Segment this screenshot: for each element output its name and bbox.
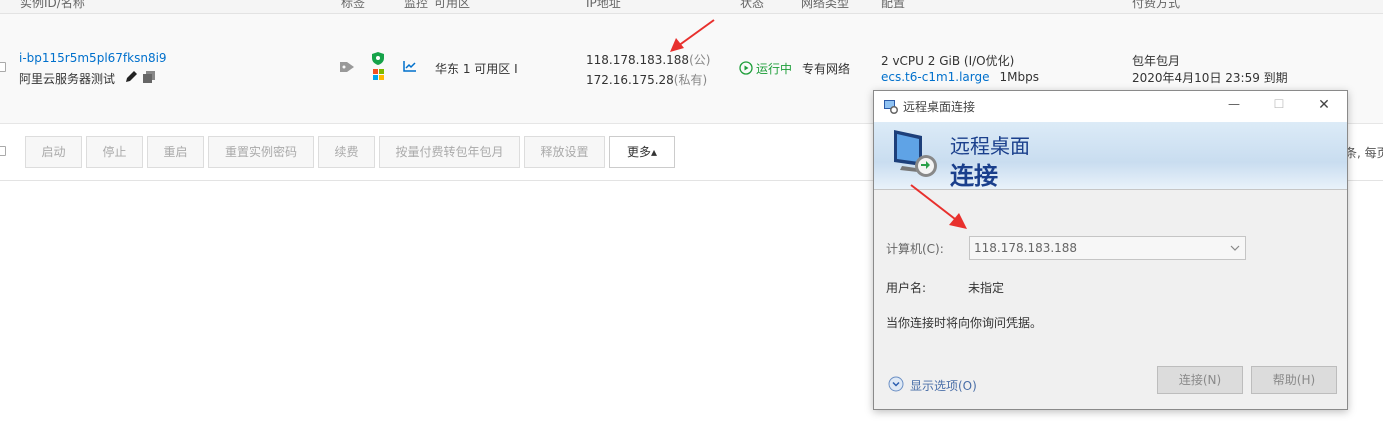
annotation-arrow-ip bbox=[668, 18, 716, 54]
restart-button[interactable]: 重启 bbox=[147, 136, 204, 168]
header-zone[interactable]: 可用区 bbox=[434, 0, 470, 11]
header-billing[interactable]: 付费方式 bbox=[1132, 0, 1180, 11]
more-button[interactable]: 更多▴ bbox=[609, 136, 675, 168]
row-checkbox[interactable] bbox=[0, 62, 6, 72]
instance-name: 阿里云服务器测试 bbox=[19, 72, 116, 86]
private-ip-tag: (私有) bbox=[673, 73, 708, 87]
monitor-chart-icon[interactable] bbox=[403, 60, 417, 72]
reset-password-button[interactable]: 重置实例密码 bbox=[208, 136, 314, 168]
maximize-button[interactable]: ☐ bbox=[1271, 97, 1287, 111]
status-text: 运行中 bbox=[756, 62, 793, 76]
renew-button[interactable]: 续费 bbox=[318, 136, 375, 168]
expire-date: 2020年4月10日 23:59 到期 bbox=[1132, 71, 1288, 85]
rdp-titlebar[interactable]: 远程桌面连接 — ☐ ✕ bbox=[874, 91, 1347, 122]
billing-type: 包年包月 bbox=[1132, 54, 1181, 68]
stop-button[interactable]: 停止 bbox=[86, 136, 143, 168]
bandwidth: 1Mbps bbox=[999, 70, 1039, 84]
computer-label: 计算机(C): bbox=[886, 242, 944, 256]
network-type: 专有网络 bbox=[802, 62, 851, 76]
chevron-down-icon[interactable] bbox=[1228, 241, 1242, 255]
computer-input-value[interactable]: 118.178.183.188 bbox=[974, 241, 1077, 255]
instance-type-link[interactable]: ecs.t6-c1m1.large bbox=[881, 70, 990, 84]
close-button[interactable]: ✕ bbox=[1316, 97, 1332, 113]
tag-icon[interactable] bbox=[339, 60, 355, 74]
rdp-app-icon bbox=[883, 99, 899, 115]
header-monitor: 监控 bbox=[404, 0, 429, 10]
running-status-icon bbox=[739, 61, 753, 75]
header-ip: IP地址 bbox=[586, 0, 621, 10]
header-config: 配置 bbox=[881, 0, 906, 10]
start-button[interactable]: 启动 bbox=[25, 136, 82, 168]
help-button[interactable]: 帮助(H) bbox=[1251, 366, 1337, 394]
instance-id-link[interactable]: i-bp115r5m5pl67fksn8i9 bbox=[19, 51, 167, 65]
expand-options-icon[interactable] bbox=[888, 376, 904, 392]
credentials-prompt: 当你连接时将向你询问凭据。 bbox=[886, 316, 1043, 330]
windows-os-icon bbox=[373, 69, 384, 80]
config-spec: 2 vCPU 2 GiB (I/O优化) bbox=[881, 54, 1015, 68]
zone-text: 华东 1 可用区 I bbox=[435, 62, 518, 76]
copy-icon[interactable] bbox=[142, 70, 156, 84]
public-ip-value: 118.178.183.188 bbox=[586, 53, 690, 67]
banner-line1: 远程桌面 bbox=[950, 134, 1030, 158]
header-status[interactable]: 状态 bbox=[740, 0, 764, 11]
select-all-checkbox[interactable] bbox=[0, 146, 6, 156]
minimize-button[interactable]: — bbox=[1226, 97, 1242, 111]
release-settings-button[interactable]: 释放设置 bbox=[524, 136, 605, 168]
rdp-banner: 远程桌面 连接 bbox=[874, 122, 1347, 190]
header-network[interactable]: 网络类型 bbox=[801, 0, 849, 11]
remote-desktop-monitor-icon bbox=[888, 126, 944, 182]
table-header: 实例ID/名称 标签 监控 可用区 IP地址 状态 网络类型 配置 付费方式 bbox=[0, 0, 1383, 14]
private-ip-value: 172.16.175.28 bbox=[586, 73, 674, 87]
connect-button[interactable]: 连接(N) bbox=[1157, 366, 1243, 394]
user-label: 用户名: bbox=[886, 281, 927, 295]
public-ip-tag: (公) bbox=[689, 53, 711, 67]
private-ip: 172.16.175.28(私有) bbox=[586, 71, 707, 88]
rdp-window-title: 远程桌面连接 bbox=[903, 100, 976, 114]
shield-icon[interactable] bbox=[372, 52, 384, 65]
user-value: 未指定 bbox=[968, 281, 1005, 295]
paging-text: 条, 每页 bbox=[1345, 146, 1383, 160]
rdp-dialog: 远程桌面连接 — ☐ ✕ 远程桌面 连接 计算机(C): 118.178.183… bbox=[873, 90, 1348, 410]
edit-icon[interactable] bbox=[123, 69, 139, 85]
convert-billing-button[interactable]: 按量付费转包年包月 bbox=[379, 136, 520, 168]
header-tag[interactable]: 标签 bbox=[341, 0, 365, 11]
config-line2: ecs.t6-c1m1.large 1Mbps bbox=[881, 70, 1039, 84]
show-options-link[interactable]: 显示选项(O) bbox=[910, 377, 977, 394]
annotation-arrow-computer bbox=[909, 183, 969, 231]
header-instance[interactable]: 实例ID/名称 bbox=[20, 0, 85, 11]
computer-combobox[interactable]: 118.178.183.188 bbox=[969, 236, 1246, 260]
